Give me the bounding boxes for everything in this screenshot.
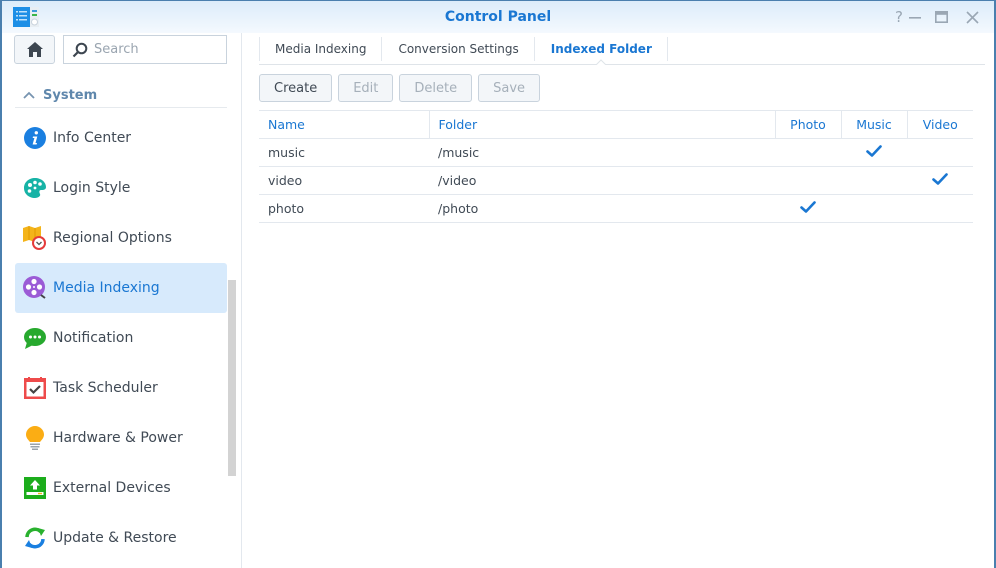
sidebar-item-login-style[interactable]: Login Style: [15, 163, 227, 213]
minimize-icon: [909, 17, 921, 19]
tab-bar: Media Indexing Conversion Settings Index…: [259, 33, 985, 65]
search-icon: [72, 42, 88, 57]
sidebar: System Info Center Login Style Regional …: [2, 33, 242, 568]
sidebar-item-external-devices[interactable]: External Devices: [15, 463, 227, 513]
column-header-name[interactable]: Name: [259, 111, 430, 139]
cell-photo: [775, 194, 841, 223]
section-header-label: System: [43, 87, 98, 103]
sidebar-scrollbar[interactable]: [228, 280, 236, 476]
sidebar-item-label: Media Indexing: [53, 280, 160, 296]
film-reel-icon: [23, 276, 47, 300]
edit-button[interactable]: Edit: [338, 74, 394, 102]
sidebar-item-update-restore[interactable]: Update & Restore: [15, 513, 227, 563]
column-header-video[interactable]: Video: [907, 111, 973, 139]
tab-media-indexing[interactable]: Media Indexing: [259, 33, 383, 64]
sidebar-item-label: Hardware & Power: [53, 430, 183, 446]
maximize-icon: [934, 11, 948, 23]
sidebar-item-info-center[interactable]: Info Center: [15, 113, 227, 163]
column-header-folder[interactable]: Folder: [429, 111, 776, 139]
cell-name: video: [259, 166, 429, 195]
palette-icon: [23, 176, 47, 200]
save-button[interactable]: Save: [478, 74, 541, 102]
close-button[interactable]: [963, 8, 981, 26]
cell-name: photo: [259, 194, 429, 223]
tab-indexed-folder[interactable]: Indexed Folder: [535, 33, 668, 65]
map-clock-icon: [23, 226, 47, 250]
table-header-row: Name Folder Photo Music Video: [259, 111, 973, 139]
chat-bubble-icon: [23, 326, 47, 350]
sidebar-item-label: Login Style: [53, 180, 131, 196]
cell-music: [841, 194, 907, 223]
cell-folder: /photo: [429, 194, 775, 223]
sidebar-item-media-indexing[interactable]: Media Indexing: [15, 263, 227, 313]
active-tab-indicator: [596, 59, 607, 65]
create-button[interactable]: Create: [259, 74, 333, 102]
cell-folder: /video: [429, 166, 775, 195]
sidebar-item-hardware-power[interactable]: Hardware & Power: [15, 413, 227, 463]
cell-folder: /music: [429, 138, 775, 167]
indexed-folder-table: Name Folder Photo Music Video music/musi…: [259, 110, 973, 223]
lightbulb-icon: [23, 426, 47, 450]
sidebar-item-label: Regional Options: [53, 230, 172, 246]
main-panel: Media Indexing Conversion Settings Index…: [259, 33, 985, 568]
sidebar-item-label: Notification: [53, 330, 134, 346]
cell-photo: [775, 166, 841, 195]
sidebar-item-label: External Devices: [53, 480, 171, 496]
sidebar-item-regional-options[interactable]: Regional Options: [15, 213, 227, 263]
toolbar: Create Edit Delete Save: [259, 74, 541, 102]
search-box: [63, 35, 227, 64]
checkmark-icon: [932, 172, 948, 188]
minimize-button[interactable]: [902, 8, 928, 26]
table-row[interactable]: video/video: [259, 166, 973, 195]
sidebar-item-label: Info Center: [53, 130, 132, 146]
cell-video: [907, 138, 973, 167]
chevron-up-icon: [23, 88, 35, 102]
sidebar-item-task-scheduler[interactable]: Task Scheduler: [15, 363, 227, 413]
section-header-system[interactable]: System: [15, 83, 227, 108]
tab-conversion-settings[interactable]: Conversion Settings: [382, 33, 536, 64]
cell-photo: [775, 138, 841, 167]
title-bar: Control Panel ?: [2, 1, 994, 33]
cell-music: [841, 166, 907, 195]
sidebar-item-label: Update & Restore: [53, 530, 177, 546]
window-title: Control Panel: [444, 9, 552, 25]
info-icon: [23, 126, 47, 150]
cell-music: [841, 138, 907, 167]
tab-label: Conversion Settings: [398, 41, 519, 56]
sidebar-item-label: Task Scheduler: [53, 380, 158, 396]
checkmark-icon: [866, 144, 882, 160]
sidebar-item-notification[interactable]: Notification: [15, 313, 227, 363]
external-drive-icon: [23, 476, 47, 500]
tab-label: Media Indexing: [275, 41, 367, 56]
table-row[interactable]: music/music: [259, 138, 973, 167]
refresh-icon: [23, 526, 47, 550]
maximize-button[interactable]: [932, 8, 950, 26]
cell-name: music: [259, 138, 429, 167]
calendar-check-icon: [23, 376, 47, 400]
table-row[interactable]: photo/photo: [259, 194, 973, 223]
home-button[interactable]: [14, 35, 55, 64]
cell-video: [907, 194, 973, 223]
close-icon: [965, 11, 979, 24]
search-input[interactable]: [94, 42, 214, 57]
cell-video: [907, 166, 973, 195]
checkmark-icon: [800, 200, 816, 216]
control-panel-window: Control Panel ? System: [0, 0, 996, 568]
column-header-music[interactable]: Music: [841, 111, 908, 139]
home-icon: [26, 42, 43, 57]
column-header-photo[interactable]: Photo: [775, 111, 842, 139]
tab-label: Indexed Folder: [550, 41, 652, 56]
delete-button[interactable]: Delete: [399, 74, 473, 102]
sidebar-nav: Info Center Login Style Regional Options…: [15, 113, 227, 563]
